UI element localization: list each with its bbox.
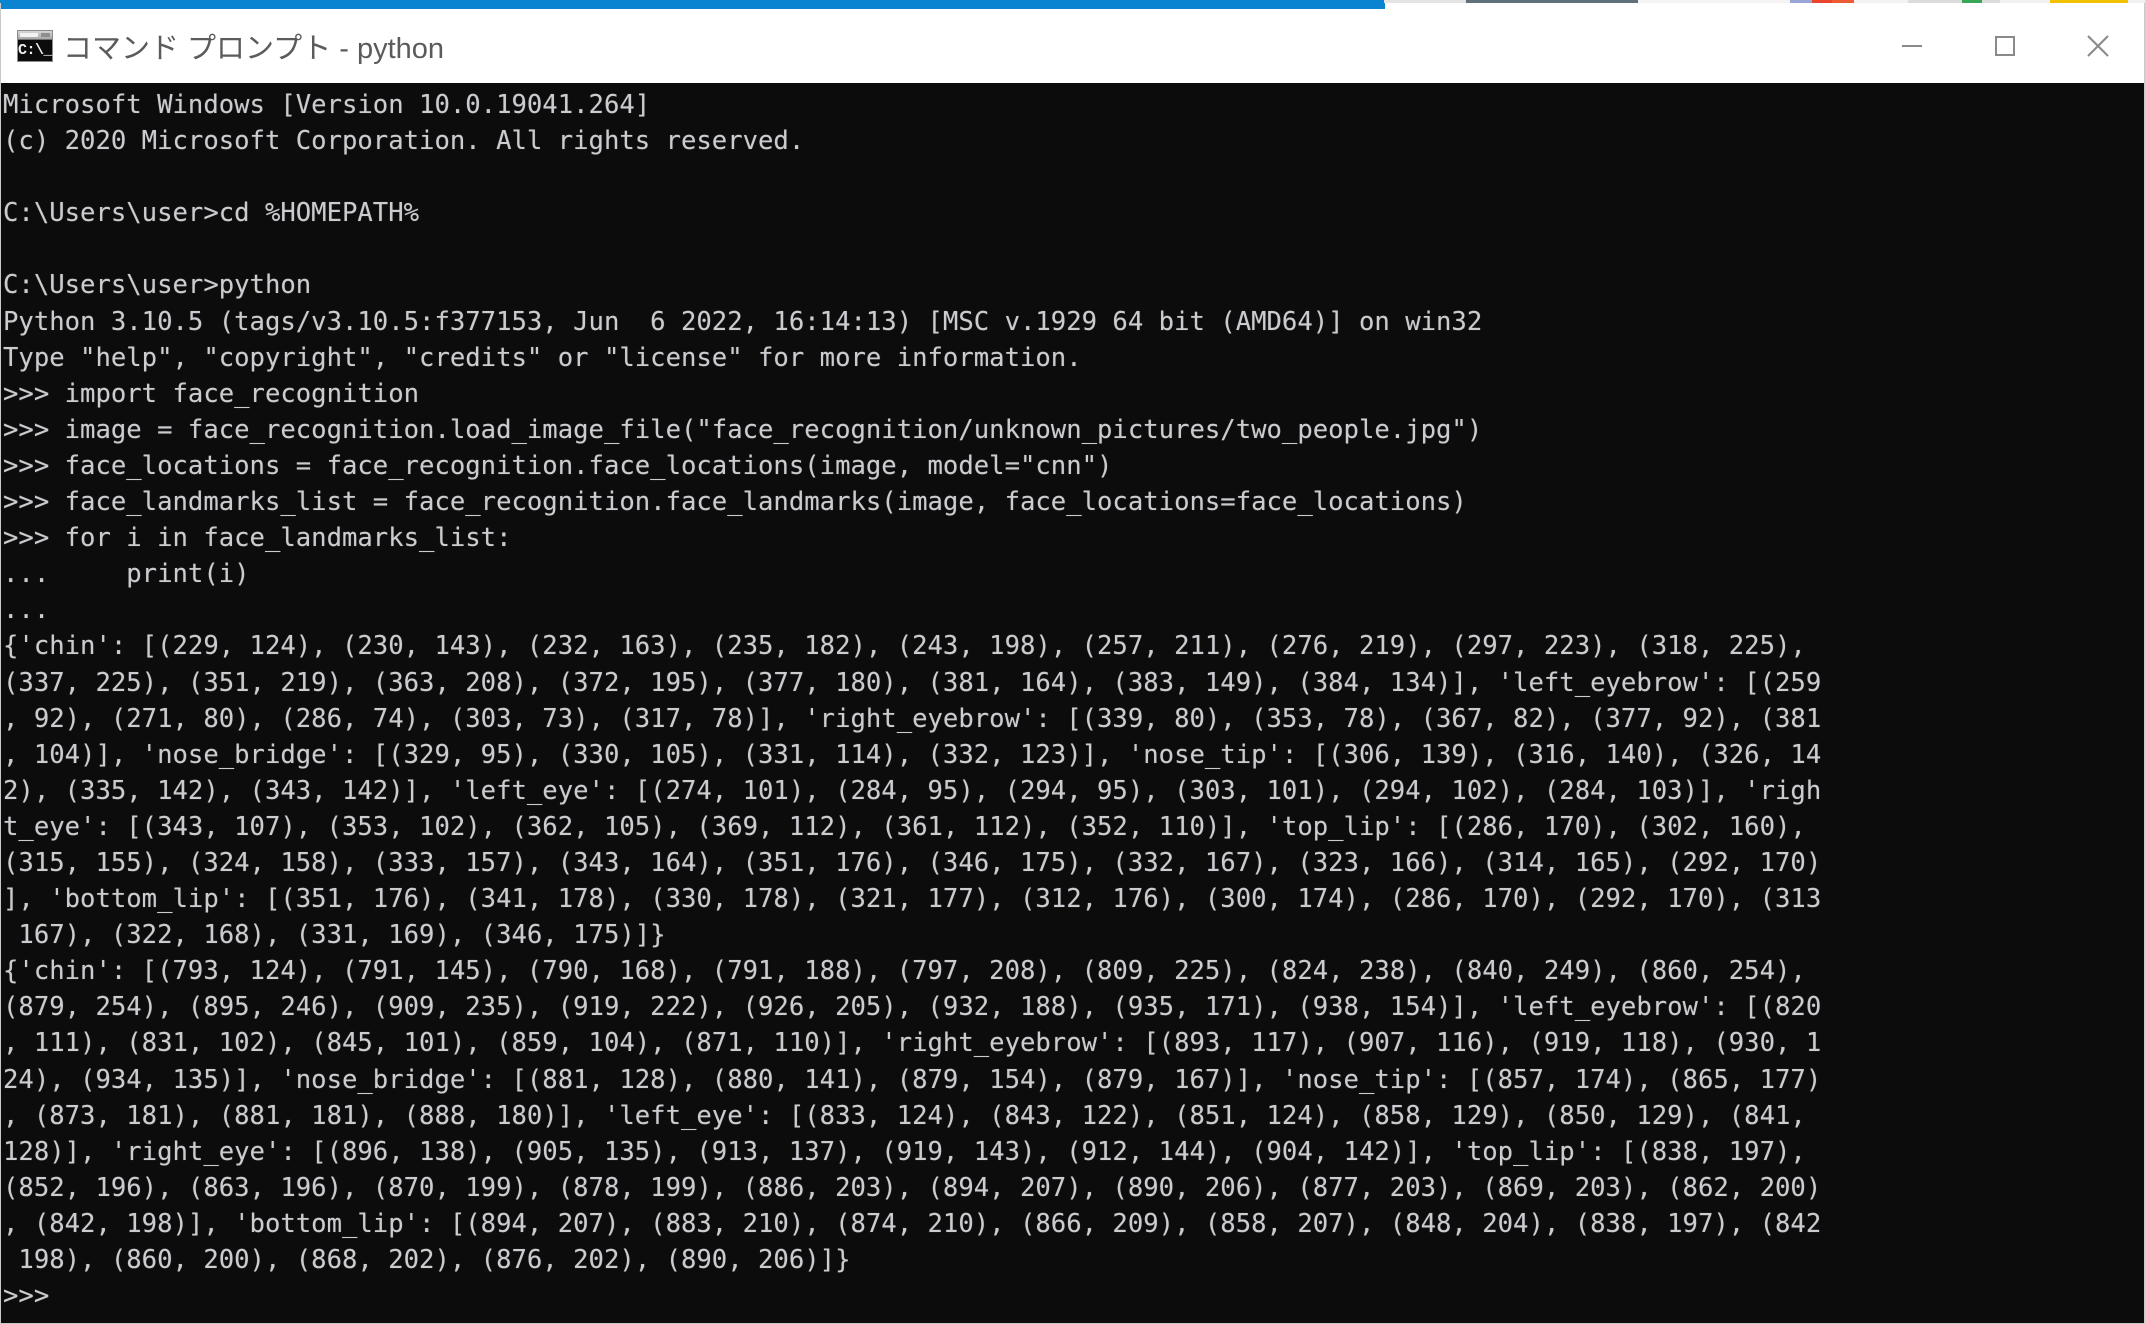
command-prompt-window: C:\_ コマンド プロンプト - python Microsoft Windo… bbox=[0, 3, 2145, 1324]
window-title: コマンド プロンプト - python bbox=[63, 33, 445, 65]
cmd-prompt-icon: C:\_ bbox=[17, 30, 53, 62]
close-button[interactable] bbox=[2051, 9, 2144, 83]
cmd-icon-titlebar bbox=[18, 31, 52, 40]
console-output-area[interactable]: Microsoft Windows [Version 10.0.19041.26… bbox=[1, 83, 2144, 1323]
cmd-icon-glyph: C:\_ bbox=[18, 42, 53, 59]
window-titlebar[interactable]: C:\_ コマンド プロンプト - python bbox=[1, 9, 2144, 83]
window-controls bbox=[1865, 9, 2144, 83]
console-text: Microsoft Windows [Version 10.0.19041.26… bbox=[3, 90, 1822, 1312]
minimize-button[interactable] bbox=[1865, 9, 1958, 83]
titlebar-left: C:\_ コマンド プロンプト - python bbox=[1, 25, 1865, 67]
screen: C:\_ コマンド プロンプト - python Microsoft Windo… bbox=[0, 0, 2145, 1324]
maximize-button[interactable] bbox=[1958, 9, 2051, 83]
